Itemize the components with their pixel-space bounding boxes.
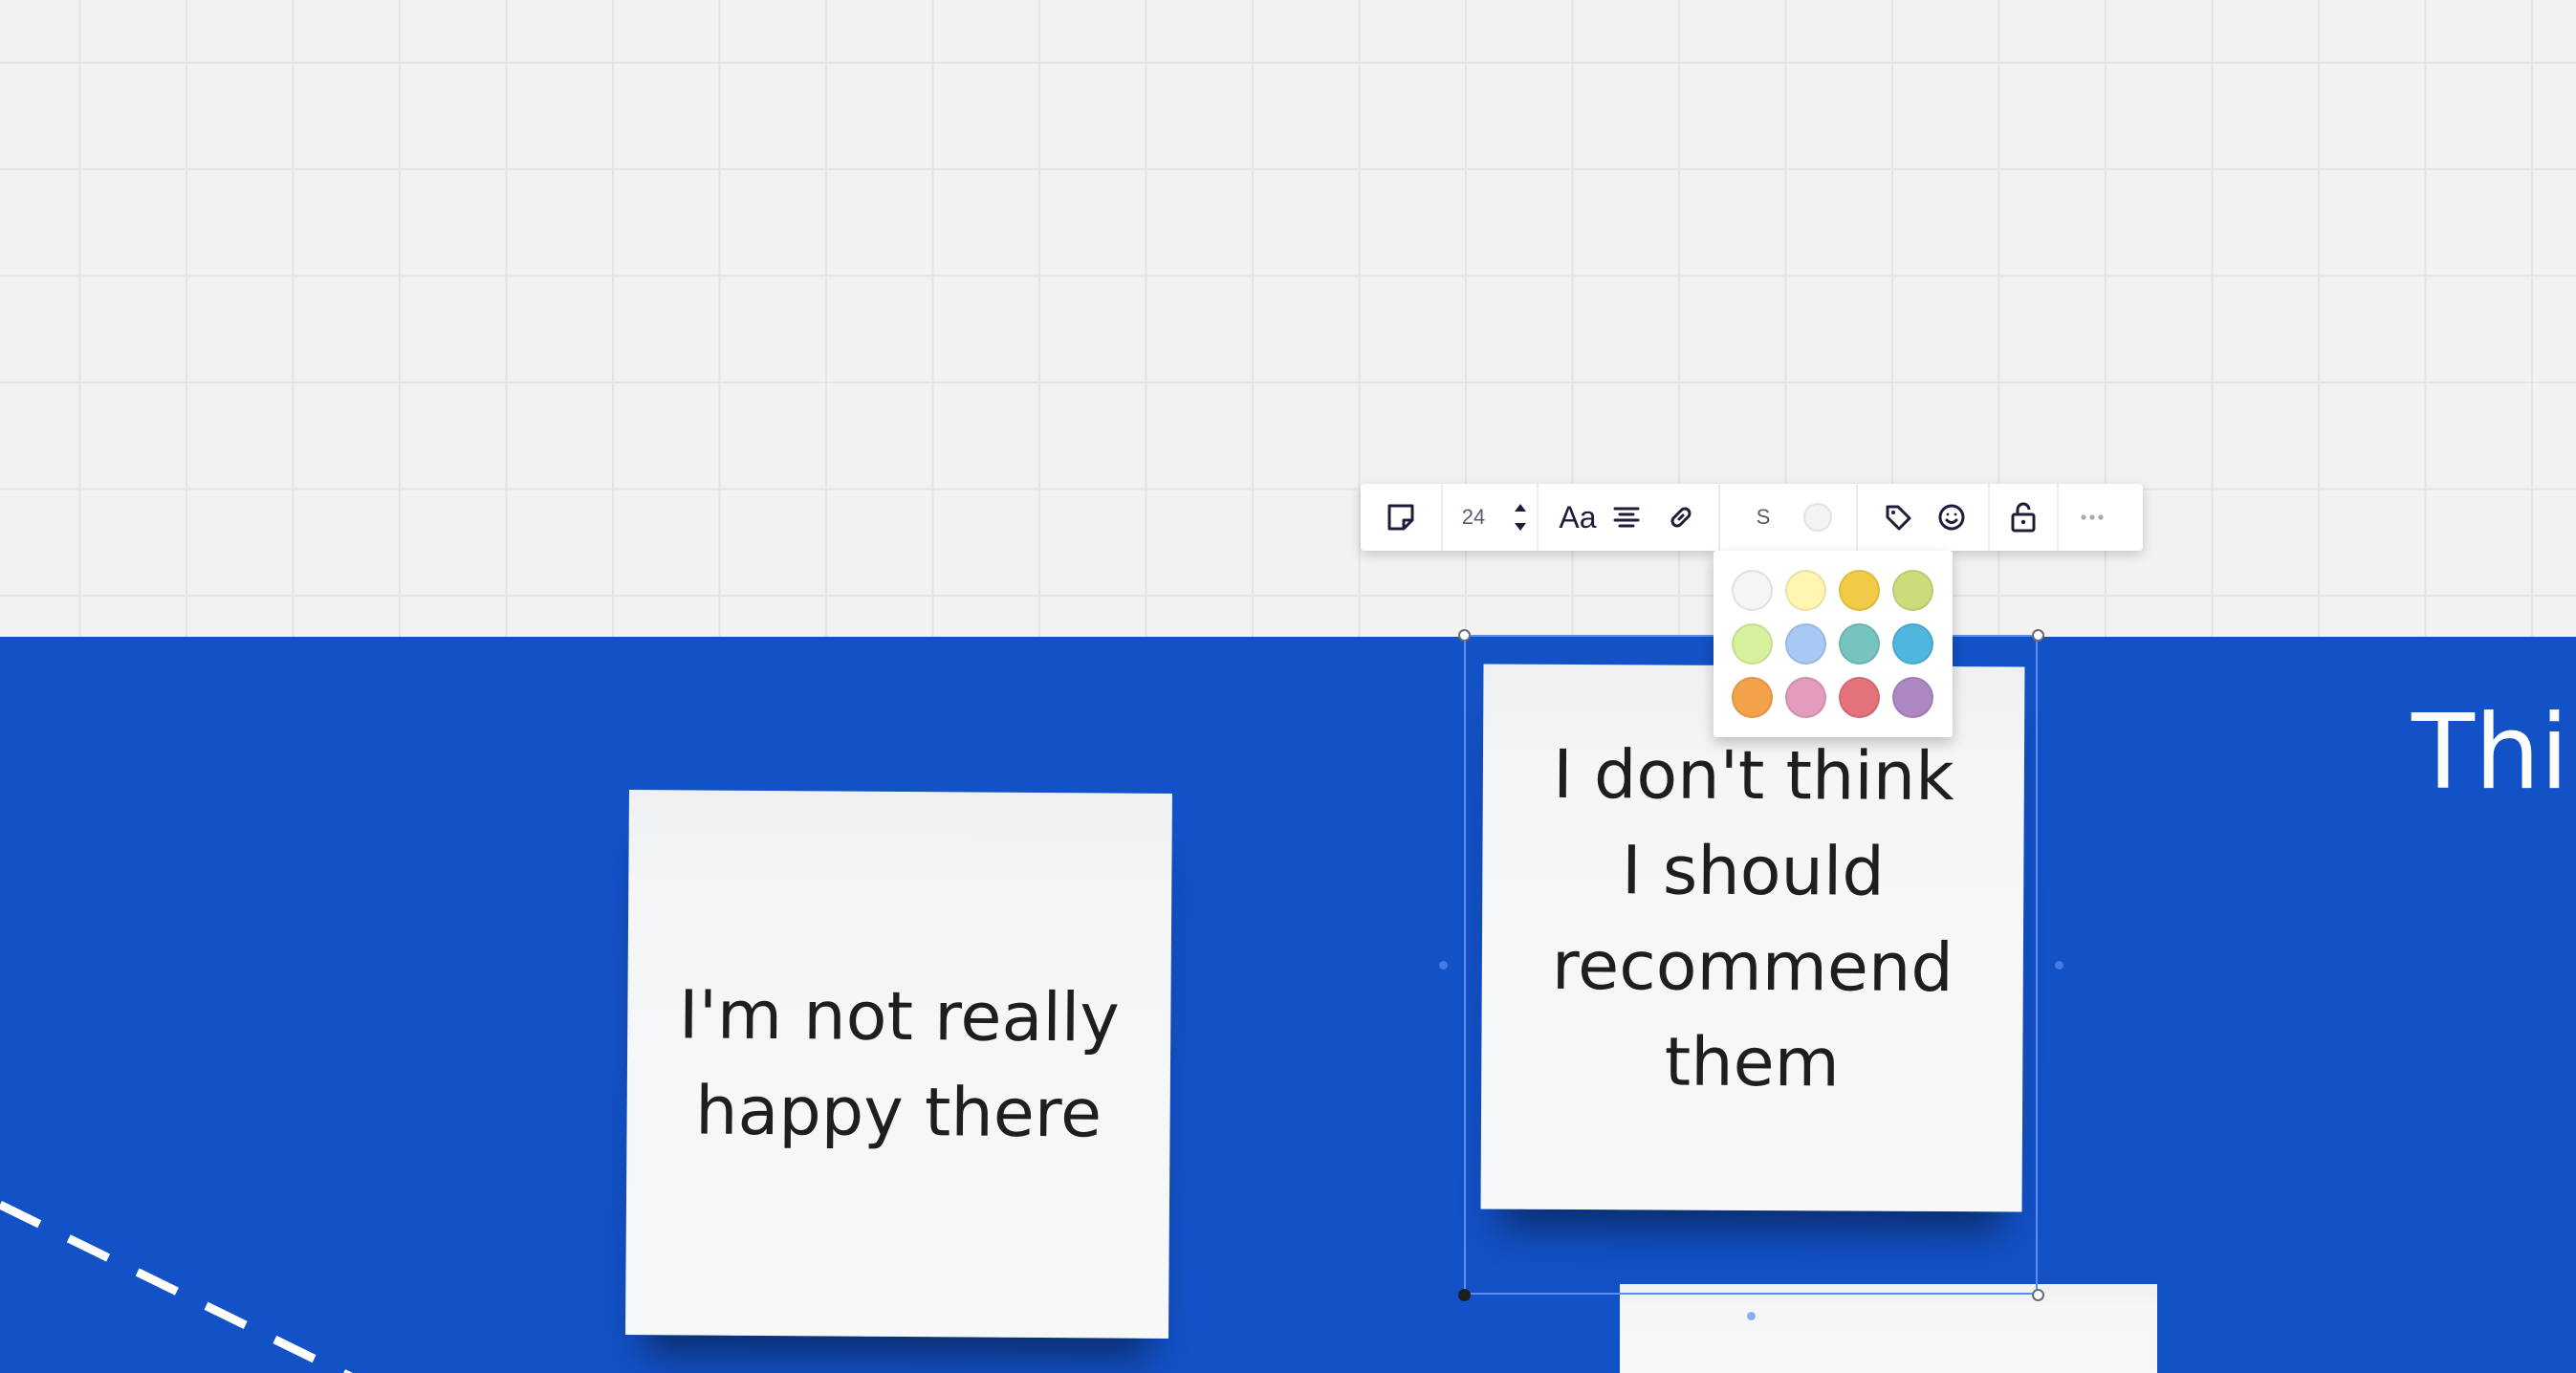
toolbar-group-lock — [1990, 484, 2059, 551]
smiley-icon — [1937, 503, 1966, 532]
toolbar-group-text: Aa — [1539, 484, 1720, 551]
sticky-size-button[interactable]: S — [1736, 484, 1791, 551]
toolbar-group-meta — [1858, 484, 1990, 551]
sticky-note-icon — [1386, 502, 1416, 533]
color-swatch[interactable] — [1785, 570, 1826, 611]
tag-icon — [1884, 503, 1912, 532]
insert-link-button[interactable] — [1653, 484, 1709, 551]
toolbar-group-more — [2059, 484, 2126, 551]
font-family-label: Aa — [1559, 499, 1597, 534]
connector-point-left[interactable] — [1439, 961, 1448, 970]
sticky-note[interactable] — [1620, 1284, 2157, 1373]
color-swatch[interactable] — [1732, 570, 1773, 611]
font-family-button[interactable]: Aa — [1556, 484, 1600, 551]
resize-handle-bottom-left[interactable] — [1458, 1289, 1471, 1301]
color-swatch[interactable] — [1892, 677, 1933, 718]
sticky-note[interactable]: I'm not really happy there — [625, 790, 1172, 1339]
resize-handle-top-left[interactable] — [1458, 629, 1471, 642]
stepper-arrows-icon — [1512, 501, 1529, 534]
align-center-icon — [1612, 505, 1641, 530]
link-icon — [1667, 503, 1695, 532]
toolbar-group-shape — [1361, 484, 1443, 551]
more-icon — [2080, 513, 2105, 521]
color-swatch[interactable] — [1892, 570, 1933, 611]
tag-button[interactable] — [1871, 484, 1925, 551]
more-options-button[interactable] — [2059, 484, 2126, 551]
sticky-type-button[interactable] — [1361, 484, 1441, 551]
color-swatch[interactable] — [1839, 623, 1880, 665]
color-swatch[interactable] — [1839, 677, 1880, 718]
sticky-size-label: S — [1756, 505, 1771, 529]
frame[interactable]: Thin I'm not really happy there I don't … — [0, 637, 2576, 1373]
sticky-note-text: I'm not really happy there — [678, 975, 1121, 1153]
color-palette-popover — [1714, 551, 1953, 737]
resize-handle-bottom-right[interactable] — [2032, 1289, 2044, 1301]
color-swatch[interactable] — [1732, 677, 1773, 718]
lock-icon — [2010, 501, 2037, 534]
connector-point-right[interactable] — [2055, 961, 2063, 970]
toolbar-group-font-size: 24 — [1443, 484, 1539, 551]
font-size-field[interactable]: 24 — [1443, 484, 1504, 551]
color-swatch[interactable] — [1785, 623, 1826, 665]
color-swatch[interactable] — [1839, 570, 1880, 611]
emoji-reaction-button[interactable] — [1925, 484, 1978, 551]
frame-title[interactable]: Thin — [2412, 702, 2576, 805]
text-align-button[interactable] — [1600, 484, 1653, 551]
current-color-indicator — [1803, 503, 1832, 532]
toolbar-group-size-color: S — [1720, 484, 1858, 551]
lock-button[interactable] — [1990, 484, 2057, 551]
font-size-value: 24 — [1461, 505, 1486, 529]
connector-point-bottom[interactable] — [1747, 1312, 1756, 1320]
color-swatch[interactable] — [1732, 623, 1773, 665]
dashed-connector-line[interactable] — [0, 637, 2576, 1373]
resize-handle-top-right[interactable] — [2032, 629, 2044, 642]
context-toolbar: 24 Aa S — [1361, 484, 2143, 551]
color-swatch[interactable] — [1892, 623, 1933, 665]
color-swatch[interactable] — [1785, 677, 1826, 718]
canvas-grid[interactable] — [0, 0, 2576, 637]
font-size-stepper[interactable] — [1504, 484, 1537, 551]
sticky-color-button[interactable] — [1791, 484, 1845, 551]
